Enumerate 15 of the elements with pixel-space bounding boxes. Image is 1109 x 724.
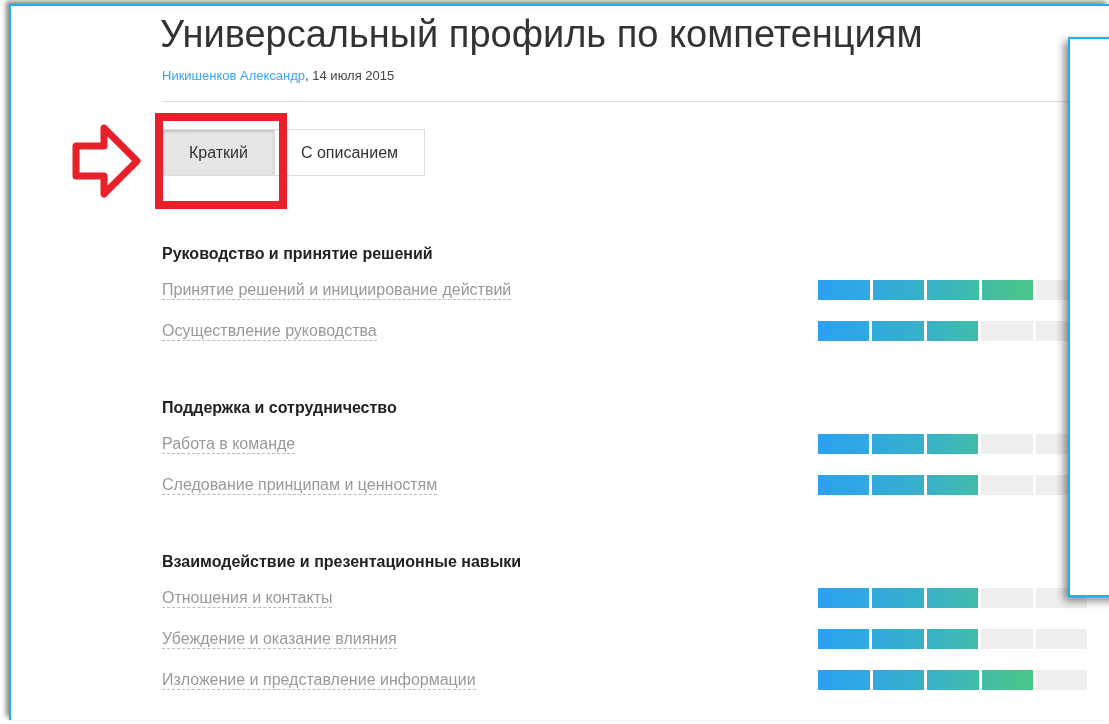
competency-link[interactable]: Изложение и представление информации [162,669,476,690]
page-title: Универсальный профиль по компетенциям [160,14,924,56]
date-text: , 14 июля 2015 [305,66,395,85]
competency-link[interactable]: Принятие решений и инициирование действий [162,279,512,300]
section-heading: Поддержка и сотрудничество [162,398,398,419]
competency-link[interactable]: Убеждение и оказание влияния [162,628,397,649]
arrow-icon [72,124,141,198]
competency-link[interactable]: Осуществление руководства [162,320,377,341]
section-heading: Руководство и принятие решений [162,244,434,265]
view-toggle-button[interactable]: С описанием [273,129,426,177]
competency-link[interactable]: Следование принципам и ценностям [162,474,438,495]
section-heading: Взаимодействие и презентационные навыки [162,552,523,573]
competency-link[interactable]: Отношения и контакты [162,587,333,608]
competency-link[interactable]: Работа в команде [162,433,296,454]
view-toggle-button[interactable]: Краткий [162,129,275,177]
